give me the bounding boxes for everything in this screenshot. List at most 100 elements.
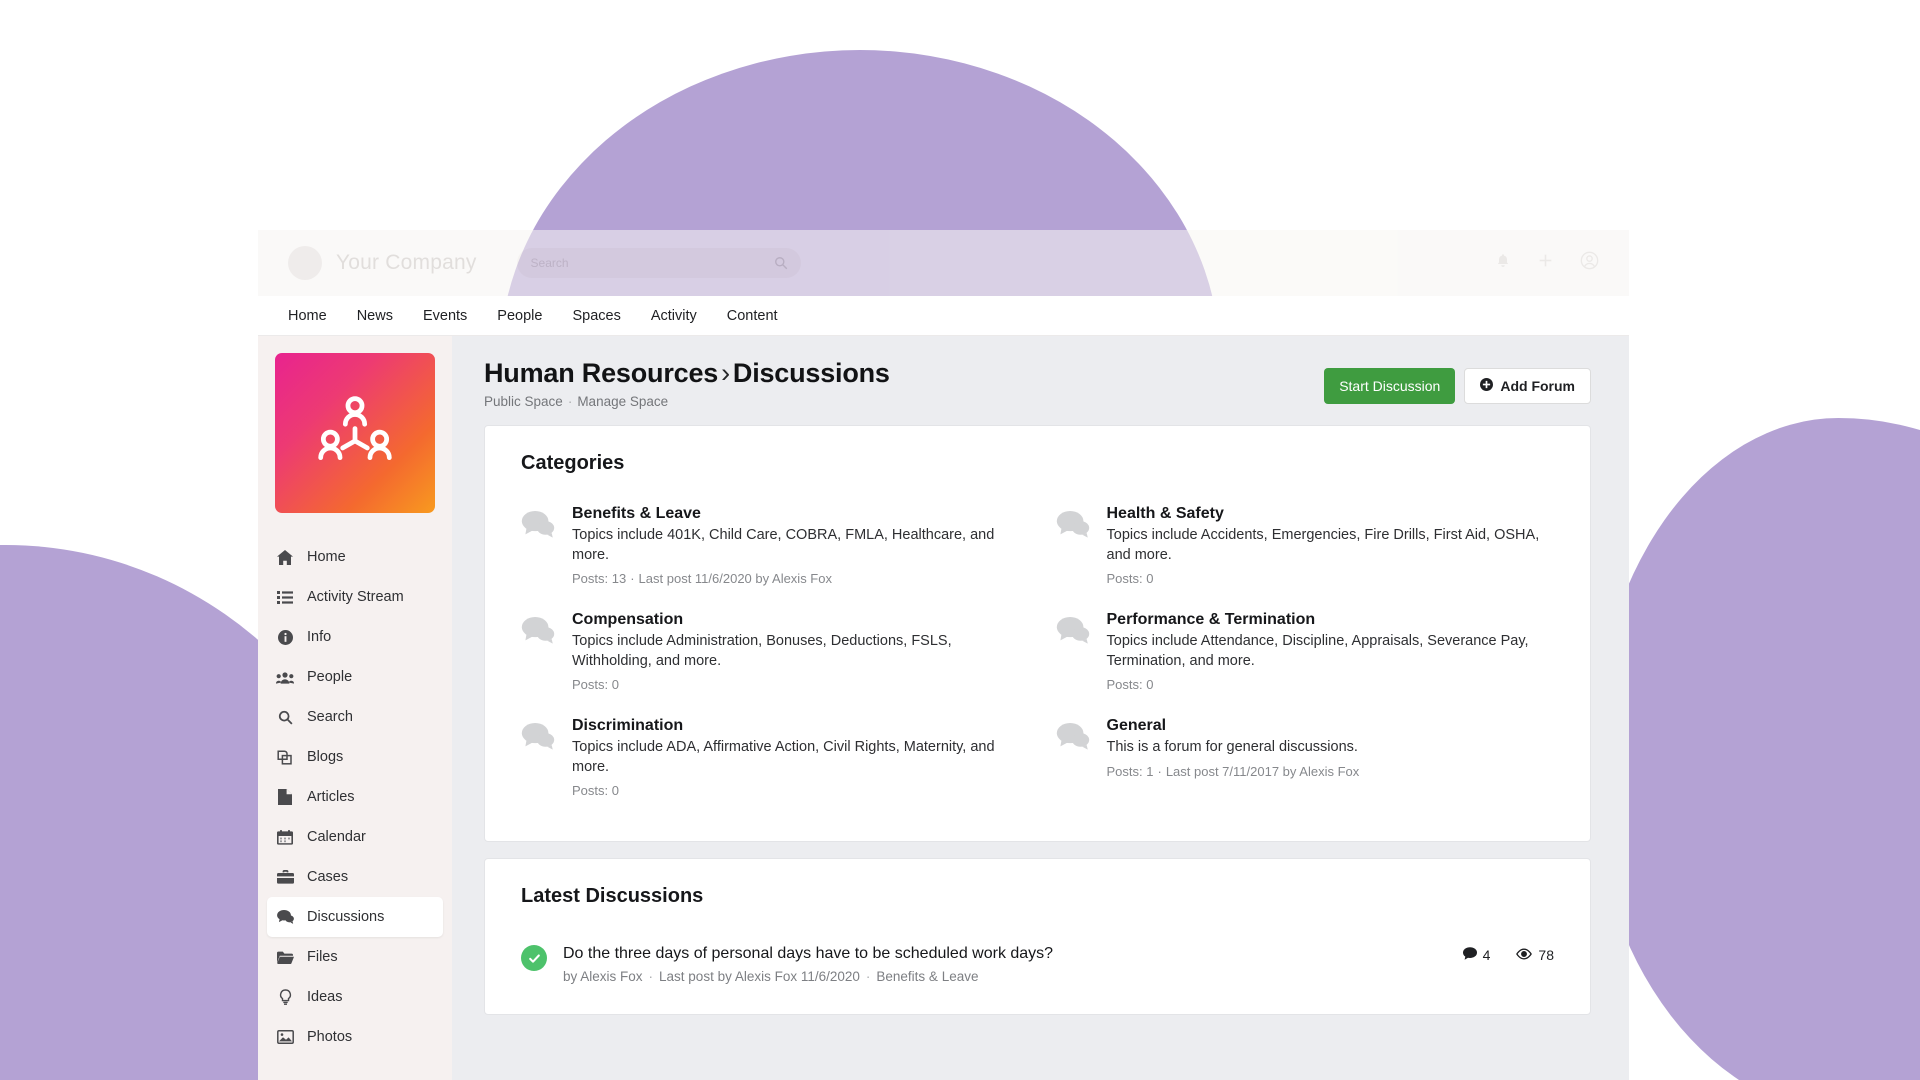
sidebar-item-label: Home — [307, 549, 346, 565]
category-item[interactable]: Benefits & Leave Topics include 401K, Ch… — [521, 496, 1020, 599]
manage-space-link[interactable]: Manage Space — [577, 394, 668, 409]
discussion-last-post: Last post by Alexis Fox 11/6/2020 — [659, 969, 860, 984]
sidebar-item-label: Calendar — [307, 829, 366, 845]
category-item[interactable]: General This is a forum for general disc… — [1056, 708, 1555, 811]
sidebar-item-calendar[interactable]: Calendar — [267, 817, 443, 857]
search-placeholder: Search — [531, 256, 569, 270]
bell-icon[interactable] — [1495, 253, 1511, 274]
brand-logo-icon — [288, 246, 322, 280]
team-people-icon — [311, 389, 399, 477]
nav-item-spaces[interactable]: Spaces — [572, 308, 620, 324]
answered-check-icon — [521, 945, 547, 971]
category-name[interactable]: General — [1107, 717, 1360, 735]
category-name[interactable]: Performance & Termination — [1107, 611, 1555, 629]
space-logo[interactable] — [275, 353, 435, 513]
sidebar-item-articles[interactable]: Articles — [267, 777, 443, 817]
meta-separator — [1153, 571, 1161, 586]
sidebar-item-activity-stream[interactable]: Activity Stream — [267, 577, 443, 617]
discussion-icon — [1056, 505, 1090, 586]
sidebar-item-cases[interactable]: Cases — [267, 857, 443, 897]
nav-item-activity[interactable]: Activity — [651, 308, 697, 324]
category-description: Topics include Attendance, Discipline, A… — [1107, 632, 1555, 671]
sidebar-item-home[interactable]: Home — [267, 537, 443, 577]
sidebar-item-files[interactable]: Files — [267, 937, 443, 977]
discussion-icon — [276, 910, 294, 924]
sidebar-item-label: Files — [307, 949, 338, 965]
sidebar-item-blogs[interactable]: Blogs — [267, 737, 443, 777]
sidebar-item-label: Blogs — [307, 749, 343, 765]
nav-item-home[interactable]: Home — [288, 308, 327, 324]
main-content: Human Resources›Discussions Public Space… — [452, 336, 1629, 1080]
meta-separator: · — [1153, 764, 1165, 779]
discussion-title[interactable]: Do the three days of personal days have … — [563, 945, 1447, 963]
category-post-count: Posts: 0 — [1107, 677, 1154, 692]
nav-item-content[interactable]: Content — [727, 308, 778, 324]
lightbulb-icon — [276, 989, 294, 1005]
sidebar-item-discussions[interactable]: Discussions — [267, 897, 443, 937]
plus-icon[interactable] — [1537, 252, 1554, 274]
latest-discussions-card: Latest Discussions Do the three days of … — [484, 858, 1591, 1015]
nav-item-events[interactable]: Events — [423, 308, 467, 324]
sidebar-item-label: Info — [307, 629, 331, 645]
page-title-space: Human Resources — [484, 358, 718, 388]
category-item[interactable]: Performance & Termination Topics include… — [1056, 602, 1555, 705]
space-visibility-label: Public Space — [484, 394, 563, 409]
user-avatar-icon[interactable] — [1580, 251, 1599, 275]
meta-separator — [619, 677, 627, 692]
sidebar-item-search[interactable]: Search — [267, 697, 443, 737]
reply-count: 4 — [1463, 947, 1491, 963]
discussion-icon — [521, 611, 555, 692]
page-title: Human Resources›Discussions — [484, 358, 890, 389]
home-icon — [276, 550, 294, 565]
discussion-stats: 4 78 — [1463, 945, 1554, 963]
categories-heading: Categories — [521, 452, 1554, 475]
meta-separator: · — [643, 969, 660, 984]
sidebar-item-info[interactable]: Info — [267, 617, 443, 657]
discussion-meta: by Alexis Fox·Last post by Alexis Fox 11… — [563, 969, 1447, 984]
sidebar-item-label: Ideas — [307, 989, 342, 1005]
categories-card: Categories Benefits & Leave Topics inclu… — [484, 425, 1591, 842]
sidebar-item-photos[interactable]: Photos — [267, 1017, 443, 1057]
discussion-row[interactable]: Do the three days of personal days have … — [521, 929, 1554, 984]
category-item[interactable]: Compensation Topics include Administrati… — [521, 602, 1020, 705]
nav-item-people[interactable]: People — [497, 308, 542, 324]
sidebar-item-label: People — [307, 669, 352, 685]
space-sidebar: Home Activity Stream Info People — [258, 336, 452, 1080]
nav-item-news[interactable]: News — [357, 308, 393, 324]
discussion-icon — [1056, 611, 1090, 692]
category-item[interactable]: Health & Safety Topics include Accidents… — [1056, 496, 1555, 599]
category-name[interactable]: Compensation — [572, 611, 1020, 629]
sidebar-item-people[interactable]: People — [267, 657, 443, 697]
discussion-icon — [1056, 717, 1090, 798]
category-meta: Posts: 0 — [572, 783, 1020, 798]
category-meta: Posts: 13·Last post 11/6/2020 by Alexis … — [572, 571, 1020, 586]
category-last-post: Last post 7/11/2017 by Alexis Fox — [1166, 764, 1359, 779]
discussion-category[interactable]: Benefits & Leave — [876, 969, 978, 984]
header-actions — [1495, 251, 1599, 275]
brand[interactable]: Your Company — [288, 246, 477, 280]
people-icon — [276, 671, 294, 684]
list-icon — [276, 591, 294, 604]
add-forum-button[interactable]: Add Forum — [1464, 368, 1591, 404]
primary-nav: Home News Events People Spaces Activity … — [258, 296, 1629, 336]
folder-icon — [276, 951, 294, 964]
category-name[interactable]: Discrimination — [572, 717, 1020, 735]
category-name[interactable]: Health & Safety — [1107, 505, 1555, 523]
add-forum-label: Add Forum — [1500, 378, 1575, 394]
blogs-icon — [276, 750, 294, 765]
start-discussion-button[interactable]: Start Discussion — [1324, 368, 1455, 404]
search-icon — [276, 710, 294, 725]
brand-name: Your Company — [336, 251, 477, 275]
category-description: Topics include Accidents, Emergencies, F… — [1107, 526, 1555, 565]
decorative-blob-right — [1592, 418, 1920, 1080]
category-last-post: Last post 11/6/2020 by Alexis Fox — [639, 571, 832, 586]
discussion-icon — [521, 717, 555, 798]
app-body: Home Activity Stream Info People — [258, 336, 1629, 1080]
category-post-count: Posts: 0 — [1107, 571, 1154, 586]
global-search-input[interactable]: Search — [517, 248, 801, 278]
info-icon — [276, 630, 294, 645]
category-name[interactable]: Benefits & Leave — [572, 505, 1020, 523]
page-subtitle: Public Space·Manage Space — [484, 394, 890, 409]
sidebar-item-ideas[interactable]: Ideas — [267, 977, 443, 1017]
category-item[interactable]: Discrimination Topics include ADA, Affir… — [521, 708, 1020, 811]
